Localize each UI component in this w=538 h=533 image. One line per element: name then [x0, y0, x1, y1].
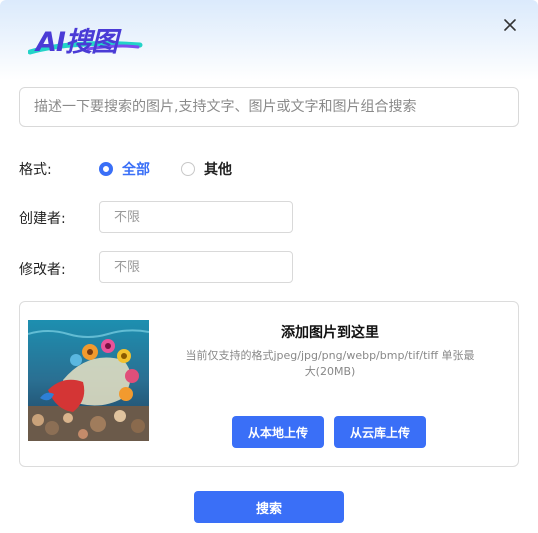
ai-image-search-dialog: AI搜图 格式: 全部 其他 创建者: 修改者: [0, 0, 538, 533]
creator-label: 创建者: [19, 211, 66, 227]
upload-title: 添加图片到这里 [281, 325, 379, 341]
upload-local-button[interactable]: 从本地上传 [232, 416, 324, 448]
creator-field[interactable] [99, 201, 293, 233]
close-icon [504, 19, 516, 31]
format-option-other[interactable]: 其他 [181, 159, 232, 179]
image-upload-area[interactable]: 添加图片到这里 当前仅支持的格式jpeg/jpg/png/webp/bmp/ti… [19, 301, 519, 467]
radio-checked-icon [99, 162, 113, 176]
format-option-all-label: 全部 [122, 162, 150, 178]
search-input[interactable] [19, 87, 519, 127]
radio-unchecked-icon [181, 162, 195, 176]
format-option-other-label: 其他 [204, 162, 232, 178]
modifier-label: 修改者: [19, 262, 66, 278]
modifier-field[interactable] [99, 251, 293, 283]
upload-format-hint: 当前仅支持的格式jpeg/jpg/png/webp/bmp/tif/tiff 单… [185, 349, 475, 378]
search-button[interactable]: 搜索 [194, 491, 344, 523]
ai-search-logo: AI搜图 [28, 18, 148, 60]
format-option-all[interactable]: 全部 [99, 159, 150, 179]
uploaded-image-thumbnail [28, 320, 149, 441]
upload-cloud-button[interactable]: 从云库上传 [334, 416, 426, 448]
format-label: 格式: [19, 162, 52, 178]
logo-text: AI搜图 [36, 27, 118, 58]
close-button[interactable] [500, 15, 520, 35]
fish-image-icon [28, 320, 149, 441]
